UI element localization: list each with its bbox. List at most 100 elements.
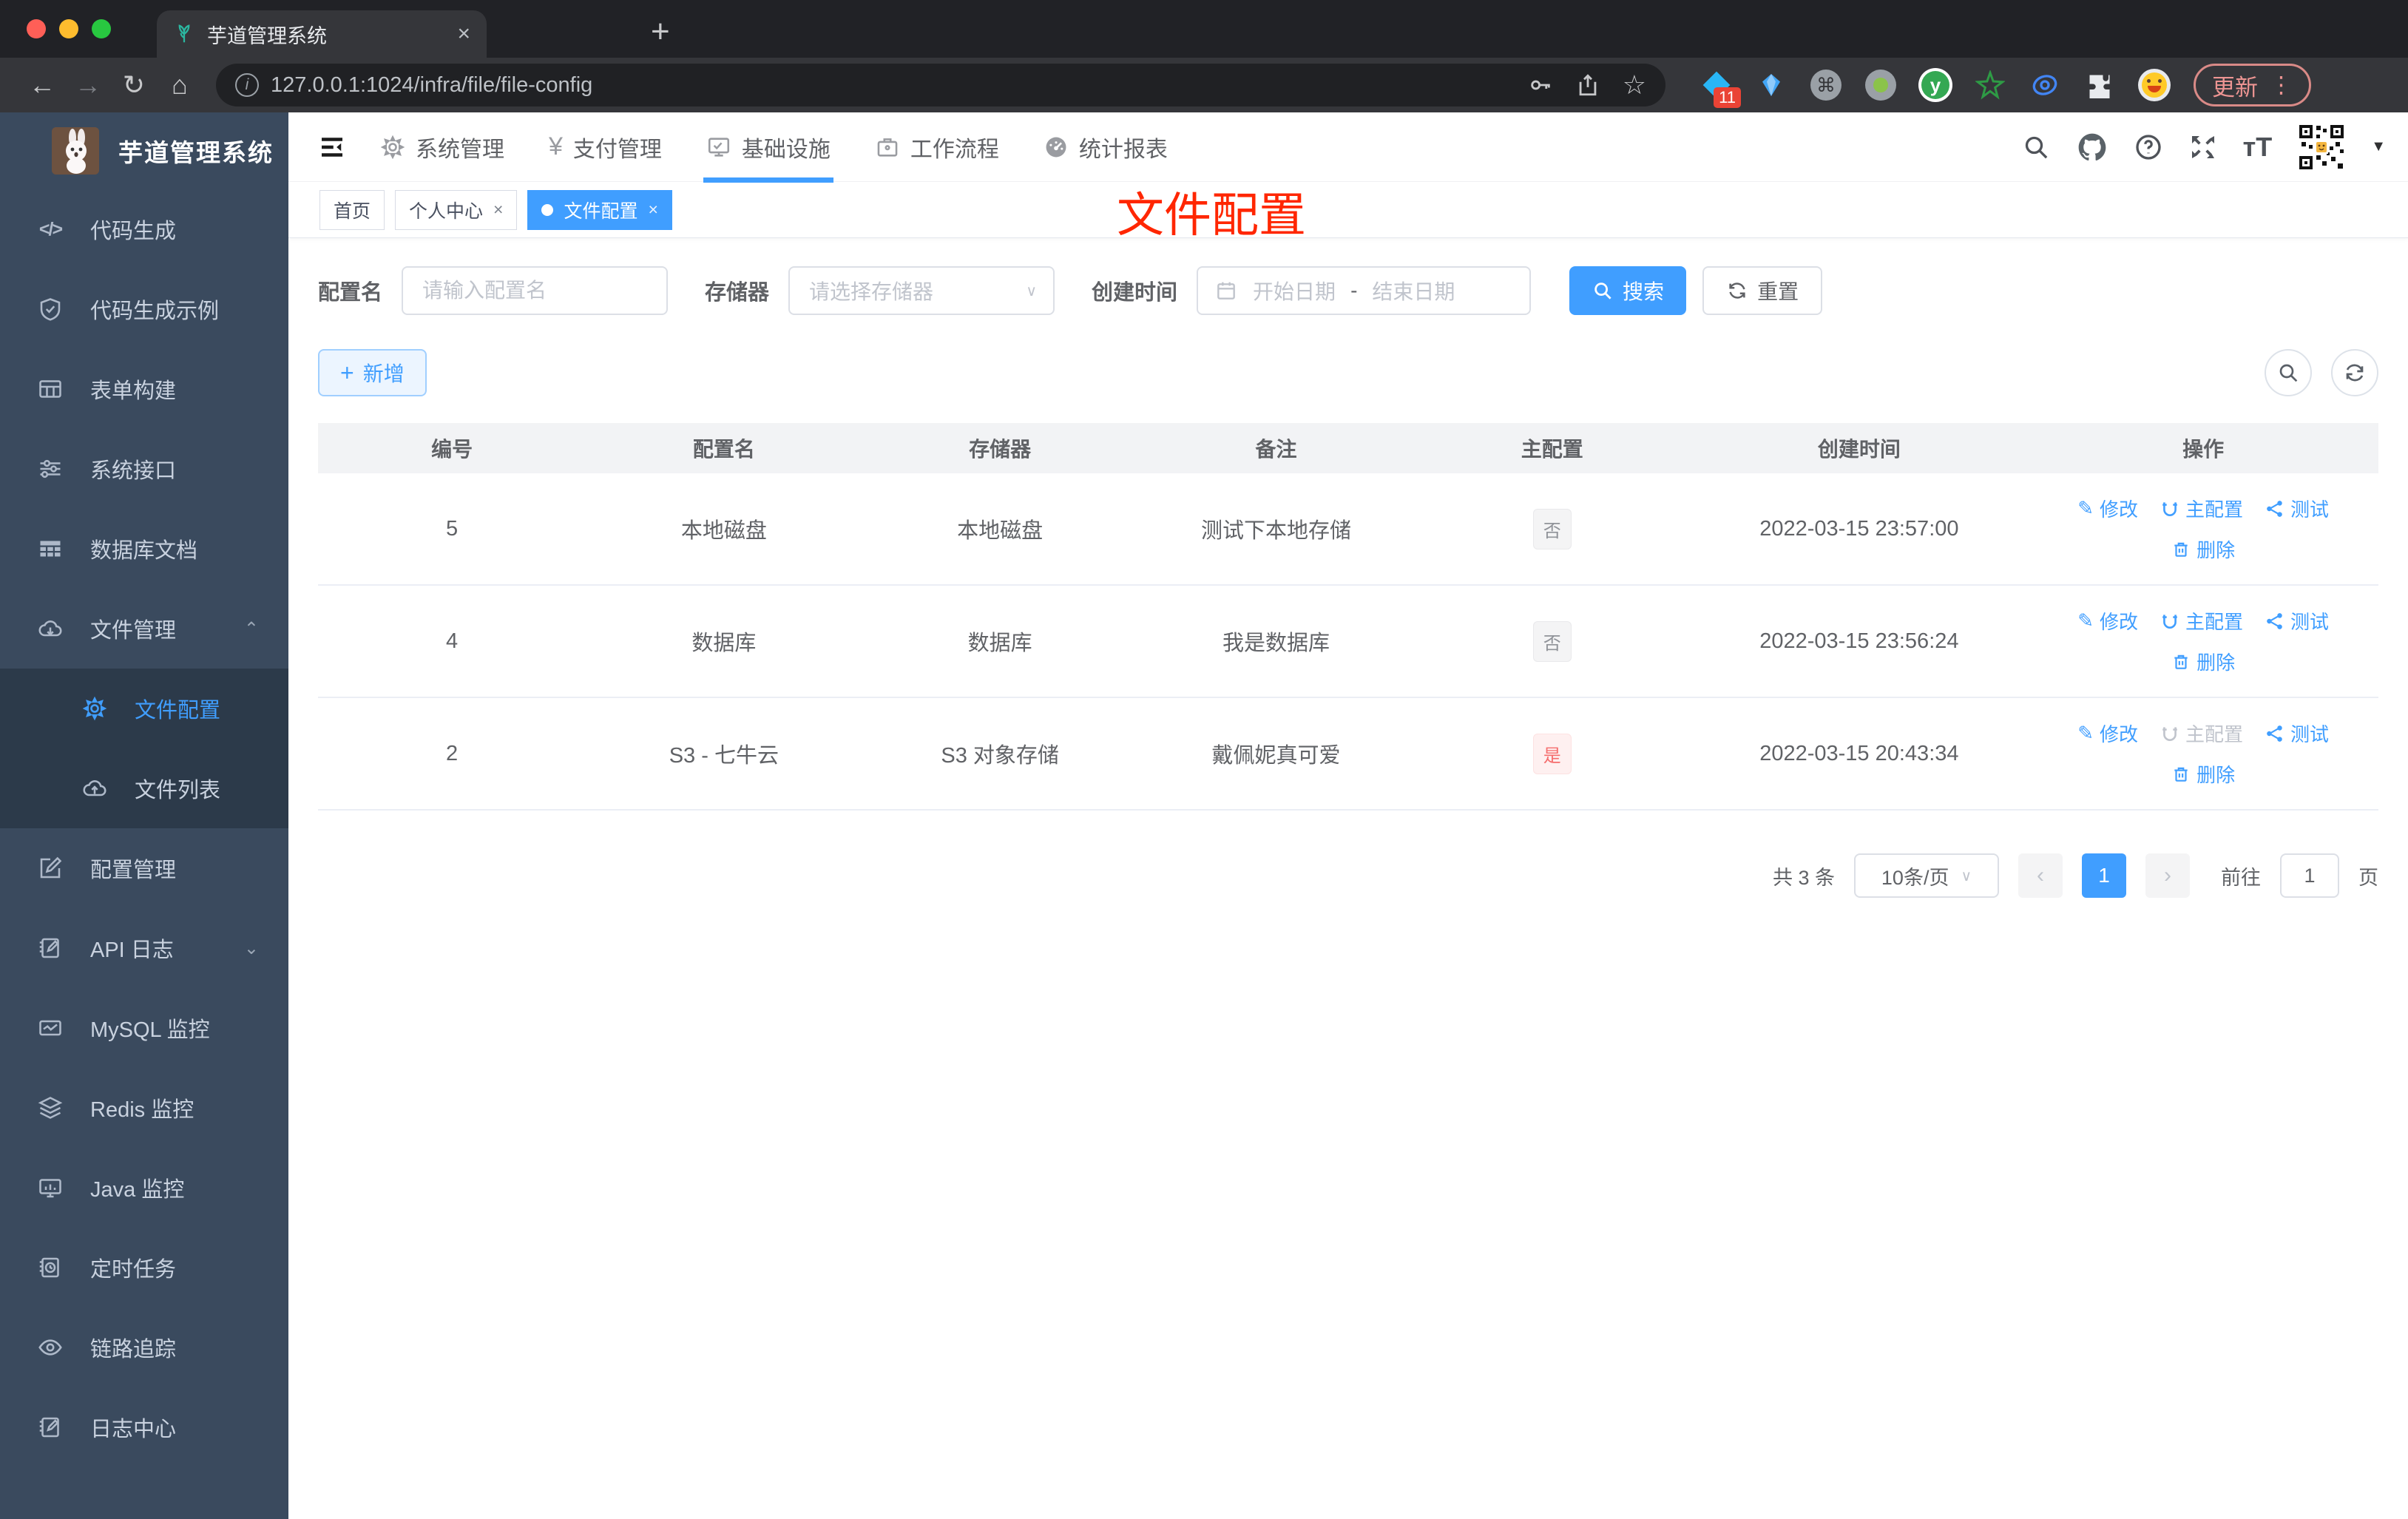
avatar-dropdown-caret-icon[interactable]: ▼ [2371,138,2386,155]
extension-puzzle-icon[interactable] [2083,68,2117,102]
tag-file-config[interactable]: 文件配置 × [527,189,672,230]
app-logo[interactable]: 芋道管理系统 [0,112,288,189]
date-range-picker[interactable]: 开始日期 - 结束日期 [1197,266,1532,315]
window-close-button[interactable] [27,19,46,38]
master-tag: 是 [1532,733,1572,774]
share-icon[interactable] [1575,72,1600,98]
extension-dot-icon[interactable] [1864,68,1898,102]
sidebar-item-file-management[interactable]: 文件管理 ⌃ [0,589,288,669]
goto-page-input[interactable] [2280,853,2339,898]
browser-menu-dots-icon[interactable]: ⋮ [2270,72,2293,98]
delete-link[interactable]: 删除 [2171,648,2235,675]
password-key-icon[interactable] [1528,72,1553,98]
extension-gem-icon[interactable] [1754,68,1788,102]
browser-tab-strip: 芋道管理系统 × + [0,0,2408,58]
tag-home[interactable]: 首页 [319,189,385,230]
sidebar-item-trace[interactable]: 链路追踪 [0,1307,288,1387]
set-master-link[interactable]: 主配置 [2160,495,2243,522]
tab-close-icon[interactable]: × [457,21,470,47]
tag-close-icon[interactable]: × [493,200,503,220]
home-icon[interactable]: ⌂ [157,70,203,101]
calendar-icon [1214,279,1238,302]
prev-page-button[interactable]: ‹ [2018,853,2063,898]
fullscreen-icon[interactable] [2188,132,2218,162]
search-button[interactable]: 搜索 [1569,266,1687,315]
sidebar-item-system-api[interactable]: 系统接口 [0,429,288,509]
header-actions: тT ▼ [2021,122,2386,172]
delete-link[interactable]: 删除 [2171,535,2235,563]
bookmark-star-icon[interactable]: ☆ [1623,70,1646,101]
sidebar-item-mysql-monitor[interactable]: MySQL 监控 [0,988,288,1068]
sidebar-item-redis-monitor[interactable]: Redis 监控 [0,1068,288,1148]
new-tab-button[interactable]: + [651,13,670,50]
reload-icon[interactable]: ↻ [111,70,157,101]
reset-button[interactable]: 重置 [1702,266,1823,315]
page-size-select[interactable]: 10条/页 ∨ [1854,853,1999,898]
tag-close-icon[interactable]: × [648,200,657,220]
sidebar-item-java-monitor[interactable]: Java 监控 [0,1148,288,1228]
sidebar-item-form-builder[interactable]: 表单构建 [0,349,288,429]
help-icon[interactable] [2134,132,2163,162]
tags-view-bar: 首页 个人中心 × 文件配置 × [288,182,2408,238]
nav-item-system[interactable]: 系统管理 [358,112,527,181]
window-zoom-button[interactable] [92,19,111,38]
cloud-upload-icon [77,775,112,802]
scheduled-task-icon [33,1254,68,1281]
delete-link[interactable]: 删除 [2171,760,2235,788]
font-size-icon[interactable]: тT [2243,132,2273,163]
extension-yudao-icon[interactable]: y [1918,68,1952,102]
annotation-file-config: 文件配置 [1117,189,1306,242]
github-icon[interactable] [2076,131,2108,163]
page-number-current[interactable]: 1 [2082,853,2126,898]
set-master-link[interactable]: 主配置 [2160,607,2243,635]
tag-profile[interactable]: 个人中心 × [395,189,518,230]
sidebar-item-api-log[interactable]: API 日志 ⌄ [0,908,288,988]
sidebar-item-file-list[interactable]: 文件列表 [0,748,288,828]
extension-star-icon[interactable] [1973,68,2007,102]
config-name-input[interactable] [402,266,669,315]
toggle-search-button[interactable] [2265,349,2312,396]
edit-link[interactable]: ✎ 修改 [2077,607,2138,635]
rabbit-logo-image [52,127,99,175]
next-page-button[interactable]: › [2145,853,2190,898]
avatar[interactable] [2297,122,2347,172]
extension-spiral-icon[interactable] [2028,68,2062,102]
file-config-table: 编号 配置名 存储器 备注 主配置 创建时间 操作 5 本地磁盘 本地磁盘 测试… [318,423,2378,811]
refresh-button[interactable] [2331,349,2378,396]
browser-update-button[interactable]: 更新 ⋮ [2194,64,2311,106]
test-link[interactable]: 测试 [2265,720,2329,747]
nav-item-workflow[interactable]: 工作流程 [853,112,1021,181]
test-link[interactable]: 测试 [2265,495,2329,522]
extension-emoji-icon[interactable] [2137,68,2171,102]
extension-command-icon[interactable]: ⌘ [1809,68,1843,102]
storage-select[interactable]: 请选择存储器 ∨ [788,266,1055,315]
sidebar-item-db-doc[interactable]: 数据库文档 [0,509,288,589]
address-bar[interactable]: i 127.0.0.1:1024/infra/file/file-config … [216,64,1665,106]
site-info-icon[interactable]: i [235,73,259,97]
edit-link[interactable]: ✎ 修改 [2077,495,2138,522]
sliders-icon [33,456,68,482]
sidebar-item-log-center[interactable]: 日志中心 [0,1387,288,1467]
back-icon[interactable]: ← [19,70,65,101]
add-button[interactable]: + 新增 [318,349,427,396]
nav-item-report[interactable]: 统计报表 [1021,112,1190,181]
set-master-link-disabled: 主配置 [2160,720,2243,747]
window-minimize-button[interactable] [59,19,78,38]
nav-item-payment[interactable]: ¥ 支付管理 [527,112,684,181]
sidebar-item-code-example[interactable]: 代码生成示例 [0,269,288,349]
sidebar: 芋道管理系统 </> 代码生成 代码生成示例 表单构建 系统接口 数据库文档 文… [0,112,288,1519]
nav-item-infra[interactable]: 基础设施 [684,112,853,183]
search-icon[interactable] [2021,132,2051,162]
sidebar-item-config-management[interactable]: 配置管理 [0,828,288,908]
sidebar-item-scheduled-task[interactable]: 定时任务 [0,1228,288,1307]
sidebar-item-code-generation[interactable]: </> 代码生成 [0,189,288,269]
extension-diamond-icon[interactable]: 11 [1700,68,1741,108]
sidebar-collapse-icon[interactable] [317,132,348,163]
cloud-download-icon [33,615,68,642]
test-link[interactable]: 测试 [2265,607,2329,635]
forward-icon[interactable]: → [65,70,111,101]
url-text[interactable]: 127.0.0.1:1024/infra/file/file-config [271,73,1516,98]
browser-tab[interactable]: 芋道管理系统 × [157,10,487,58]
edit-link[interactable]: ✎ 修改 [2077,720,2138,747]
sidebar-item-file-config[interactable]: 文件配置 [0,669,288,748]
